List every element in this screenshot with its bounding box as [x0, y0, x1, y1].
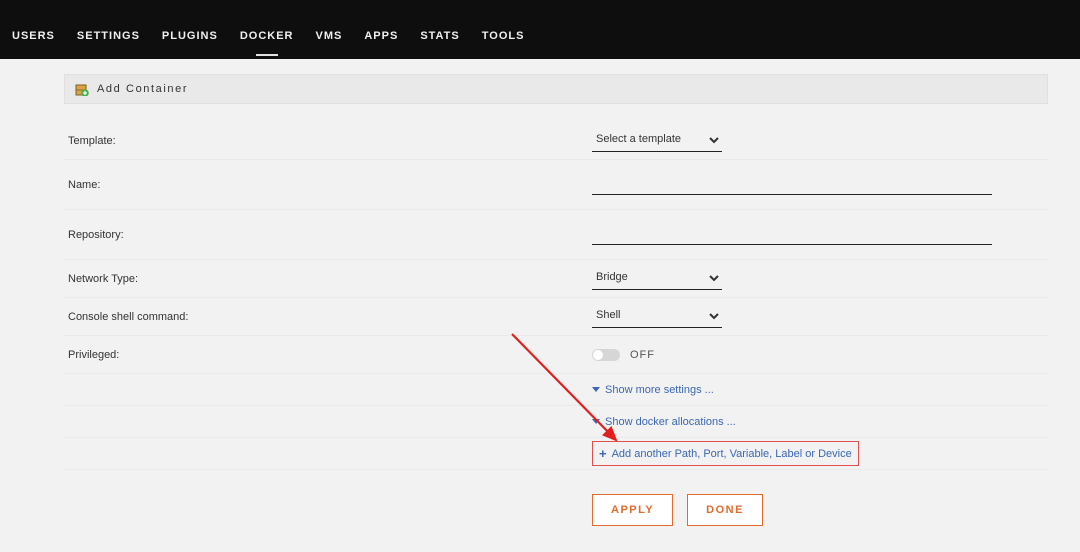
top-nav: USERS SETTINGS PLUGINS DOCKER VMS APPS S…	[0, 0, 1080, 59]
page-title: Add Container	[97, 83, 188, 95]
label-repository: Repository:	[68, 229, 592, 241]
nav-users[interactable]: USERS	[12, 30, 55, 45]
nav-vms[interactable]: VMS	[316, 30, 343, 45]
add-another-label: Add another Path, Port, Variable, Label …	[612, 448, 852, 460]
show-alloc-label: Show docker allocations ...	[605, 416, 736, 428]
label-console: Console shell command:	[68, 311, 592, 323]
privileged-toggle-label: OFF	[630, 349, 655, 361]
template-select[interactable]: Select a template	[592, 129, 722, 152]
plus-icon: +	[599, 446, 607, 461]
add-another-link[interactable]: + Add another Path, Port, Variable, Labe…	[592, 441, 859, 466]
show-more-label: Show more settings ...	[605, 384, 714, 396]
chevron-down-icon	[592, 387, 600, 392]
apply-button[interactable]: APPLY	[592, 494, 673, 526]
label-template: Template:	[68, 135, 592, 147]
row-repository: Repository:	[64, 210, 1048, 260]
done-button[interactable]: DONE	[687, 494, 763, 526]
nav-settings[interactable]: SETTINGS	[77, 30, 140, 45]
row-privileged: Privileged: OFF	[64, 336, 1048, 374]
nav-stats[interactable]: STATS	[420, 30, 459, 45]
box-add-icon	[75, 82, 89, 96]
repository-input[interactable]	[592, 224, 992, 245]
chevron-down-icon	[592, 419, 600, 424]
console-select[interactable]: Shell	[592, 305, 722, 328]
row-show-allocations: Show docker allocations ...	[64, 406, 1048, 438]
label-network: Network Type:	[68, 273, 592, 285]
label-privileged: Privileged:	[68, 349, 592, 361]
privileged-toggle[interactable]	[592, 349, 620, 361]
form-content: Template: Select a template Name: Reposi…	[64, 122, 1048, 526]
nav-tools[interactable]: TOOLS	[482, 30, 525, 45]
network-select[interactable]: Bridge	[592, 267, 722, 290]
show-docker-allocations-link[interactable]: Show docker allocations ...	[592, 416, 736, 428]
row-show-more: Show more settings ...	[64, 374, 1048, 406]
row-name: Name:	[64, 160, 1048, 210]
row-console: Console shell command: Shell	[64, 298, 1048, 336]
action-row: APPLY DONE	[64, 470, 1048, 526]
nav-plugins[interactable]: PLUGINS	[162, 30, 218, 45]
row-add-another: + Add another Path, Port, Variable, Labe…	[64, 438, 1048, 470]
show-more-settings-link[interactable]: Show more settings ...	[592, 384, 714, 396]
label-name: Name:	[68, 179, 592, 191]
row-template: Template: Select a template	[64, 122, 1048, 160]
nav-apps[interactable]: APPS	[364, 30, 398, 45]
page-title-bar: Add Container	[64, 74, 1048, 104]
name-input[interactable]	[592, 174, 992, 195]
nav-docker[interactable]: DOCKER	[240, 30, 294, 45]
row-network: Network Type: Bridge	[64, 260, 1048, 298]
